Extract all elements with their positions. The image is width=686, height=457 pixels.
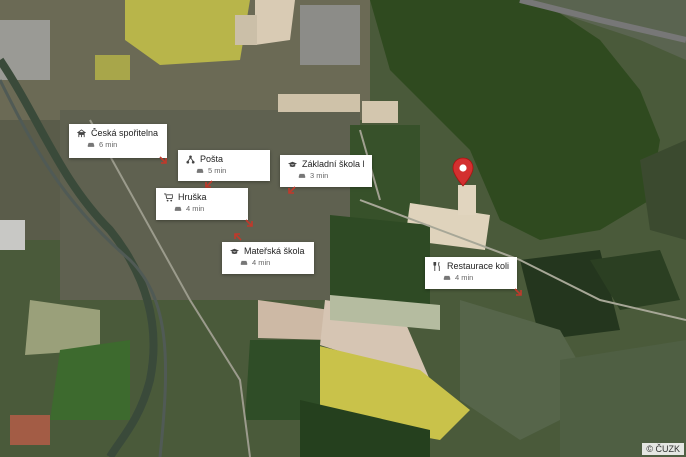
poi-pointer	[245, 219, 253, 227]
poi-label-shop[interactable]: Hruška 4 min	[156, 188, 248, 220]
car-icon	[87, 142, 95, 147]
poi-label-post[interactable]: Pošta 5 min	[178, 150, 270, 181]
post-office-icon	[186, 154, 195, 164]
poi-pointer	[288, 186, 296, 194]
poi-name: Základní škola Da...	[302, 159, 364, 169]
aerial-imagery	[0, 0, 686, 457]
poi-travel-time: 4 min	[186, 204, 205, 213]
poi-name: Hruška	[178, 192, 207, 202]
bank-icon	[77, 128, 86, 137]
restaurant-icon	[433, 261, 440, 271]
poi-label-restaurant[interactable]: Restaurace koliba 4 min	[425, 257, 517, 289]
poi-name: Česká spořitelna	[91, 128, 159, 138]
poi-pointer	[514, 288, 522, 296]
car-icon	[174, 206, 182, 211]
car-icon	[196, 168, 204, 173]
shopping-cart-icon	[164, 192, 173, 202]
map-copyright: © ČUZK	[642, 443, 684, 455]
school-icon	[230, 248, 239, 254]
poi-travel-time: 3 min	[310, 171, 329, 180]
poi-travel-time: 5 min	[208, 166, 227, 175]
poi-travel-time: 4 min	[252, 258, 271, 267]
school-icon	[288, 161, 297, 167]
poi-pointer	[159, 156, 167, 164]
poi-label-bank[interactable]: Česká spořitelna 6 min	[69, 124, 167, 158]
map-view[interactable]: Česká spořitelna 6 min Pošta 5 min Zákla…	[0, 0, 686, 457]
car-icon	[298, 173, 306, 178]
car-icon	[240, 260, 248, 265]
poi-name: Pošta	[200, 154, 224, 164]
poi-label-elementary-school[interactable]: Základní škola Da... 3 min	[280, 155, 372, 187]
poi-travel-time: 4 min	[455, 273, 474, 282]
poi-travel-time: 6 min	[99, 140, 118, 149]
poi-name: Restaurace koliba	[447, 261, 509, 271]
map-marker-icon[interactable]	[452, 157, 474, 187]
poi-label-kindergarten[interactable]: Mateřská škola V... 4 min	[222, 242, 314, 274]
poi-pointer	[234, 233, 242, 241]
car-icon	[443, 275, 451, 280]
poi-name: Mateřská škola V...	[244, 246, 306, 256]
